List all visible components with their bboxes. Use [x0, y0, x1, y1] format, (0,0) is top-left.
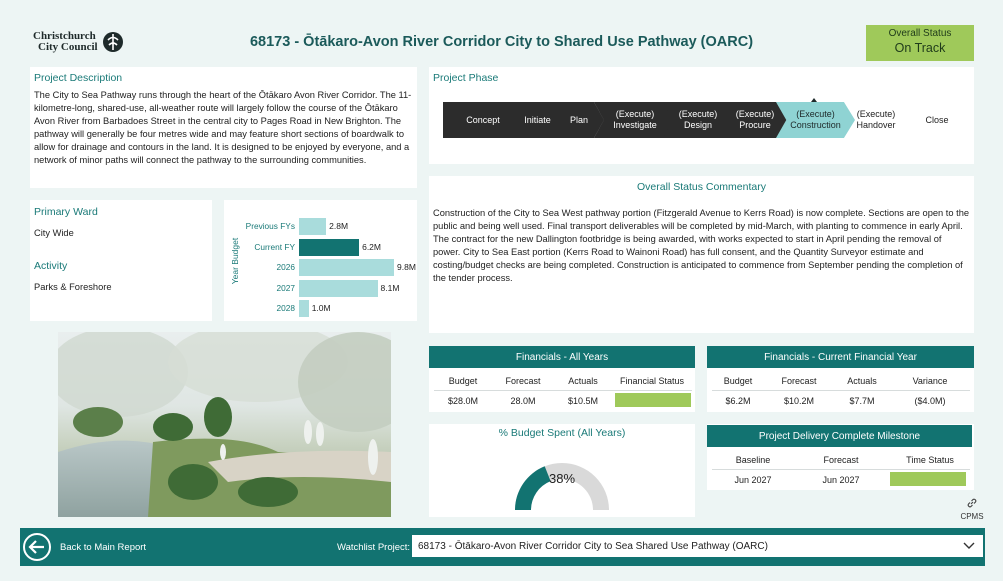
ward-activity-card: Primary Ward City Wide Activity Parks & …	[30, 200, 212, 321]
budget-bar[interactable]	[299, 300, 309, 317]
activity-label: Activity	[34, 260, 68, 272]
phase-step-concept: Concept	[443, 102, 523, 138]
budget-spent-percent: 38%	[548, 471, 576, 486]
milestone-baseline: Jun 2027	[734, 475, 772, 485]
phase-step-label: (Execute) Design	[678, 109, 718, 130]
milestone-title: Project Delivery Complete Milestone	[707, 425, 972, 447]
year-budget-chart-card: Year Budget Previous FYs 2.8M Current FY 6.…	[224, 200, 417, 321]
bar-value-label: 6.2M	[362, 241, 381, 252]
status-commentary-card: Overall Status Commentary Construction o…	[429, 176, 974, 333]
year-budget-bars: Previous FYs 2.8M Current FY 6.2M 2026 9.8M 20…	[224, 200, 417, 321]
financials-current-year-title: Financials - Current Financial Year	[707, 346, 974, 368]
milestone-header-time-status: Time Status	[906, 455, 954, 465]
milestone-time-status-indicator	[890, 472, 966, 486]
back-to-main-label: Back to Main Report	[60, 541, 147, 553]
fin-cur-header-forecast: Forecast	[781, 376, 817, 386]
project-description-text: The City to Sea Pathway runs through the…	[34, 90, 412, 165]
phase-step-construction: (Execute) Construction	[776, 102, 855, 138]
current-phase-marker-icon	[811, 98, 817, 102]
fin-all-actuals: $10.5M	[567, 396, 599, 406]
fin-all-status-indicator	[615, 393, 691, 407]
phase-step-label: Close	[925, 114, 949, 125]
primary-ward-value: City Wide	[34, 228, 74, 238]
fin-all-header-actuals: Actuals	[568, 376, 598, 386]
fin-cur-forecast: $10.2M	[783, 396, 815, 406]
back-to-main-button[interactable]: Back to Main Report	[22, 531, 146, 563]
budget-bar[interactable]	[299, 238, 360, 256]
fin-all-forecast: 28.0M	[510, 396, 536, 406]
phase-step-label: (Execute) Handover	[856, 109, 896, 130]
cpms-link[interactable]: CPMS	[957, 497, 987, 525]
divider	[434, 390, 692, 391]
fin-cur-header-variance: Variance	[912, 376, 948, 386]
bar-category-label: 2026	[276, 262, 295, 272]
overall-status-value: On Track	[894, 41, 946, 55]
divider	[712, 469, 970, 470]
fin-cur-actuals: $7.7M	[849, 396, 875, 406]
overall-status-badge: Overall Status On Track	[866, 25, 974, 61]
phase-step-label: (Execute) Investigate	[613, 109, 657, 130]
fin-all-budget: $28.0M	[447, 396, 479, 406]
project-description-title: Project Description	[34, 72, 123, 84]
budget-spent-card: % Budget Spent (All Years) 38%	[429, 424, 695, 517]
budget-spent-title: % Budget Spent (All Years)	[498, 427, 626, 439]
fin-all-header-status: Financial Status	[619, 376, 685, 386]
financials-all-years-title: Financials - All Years	[429, 346, 695, 368]
bar-value-label: 9.8M	[397, 262, 416, 272]
milestone-header-baseline: Baseline	[735, 455, 771, 465]
bar-value-label: 1.0M	[311, 303, 331, 313]
chevron-down-icon	[963, 542, 975, 549]
phase-step-label: Concept	[466, 114, 500, 125]
bar-category-label: 2028	[276, 303, 295, 313]
overall-status-label: Overall Status	[888, 28, 952, 39]
bar-category-label: Previous FYs	[245, 221, 295, 231]
page-title: 68173 - Ōtākaro-Avon River Corridor City…	[249, 34, 754, 50]
phase-step-handover: (Execute) Handover	[848, 102, 904, 138]
watchlist-label: Watchlist Project:	[337, 542, 411, 553]
phase-step-design: (Execute) Design	[663, 102, 733, 138]
back-arrow-icon	[23, 533, 51, 561]
project-description-card: Project Description The City to Sea Path…	[30, 67, 417, 188]
budget-bar[interactable]	[299, 218, 327, 235]
link-icon	[967, 498, 977, 508]
bar-value-label: 8.1M	[380, 282, 400, 293]
phase-step-label: Plan	[569, 114, 588, 125]
project-phase-title: Project Phase	[433, 72, 499, 84]
milestone-forecast: Jun 2027	[822, 475, 860, 485]
budget-bar[interactable]	[299, 259, 394, 276]
milestone-header-forecast: Forecast	[823, 455, 859, 465]
budget-bar[interactable]	[299, 279, 378, 297]
fin-cur-header-actuals: Actuals	[847, 376, 877, 386]
bar-category-label: Current FY	[254, 241, 295, 252]
cpms-label: CPMS	[960, 512, 984, 521]
status-commentary-title: Overall Status Commentary	[637, 181, 766, 193]
pathway-render-image	[58, 332, 391, 517]
phase-step-label: (Execute) Procure	[735, 109, 775, 130]
activity-value: Parks & Foreshore	[34, 282, 112, 292]
fin-cur-header-budget: Budget	[723, 376, 753, 386]
fin-all-header-budget: Budget	[448, 376, 478, 386]
watchlist-project-select[interactable]: 68173 - Ōtākaro-Avon River Corridor City…	[412, 535, 983, 557]
fin-cur-budget: $6.2M	[725, 396, 751, 406]
phase-step-label: Initiate	[524, 114, 551, 125]
bar-category-label: 2027	[276, 282, 295, 293]
watchlist-selected-value: 68173 - Ōtākaro-Avon River Corridor City…	[418, 540, 768, 552]
status-commentary-text: Construction of the City to Sea West pat…	[433, 208, 970, 283]
divider	[712, 390, 970, 391]
bar-value-label: 2.8M	[329, 221, 349, 231]
phase-step-close: Close	[909, 102, 965, 138]
fin-all-header-forecast: Forecast	[505, 376, 541, 386]
fin-cur-variance: ($4.0M)	[914, 396, 946, 406]
phase-step-procure: (Execute) Procure	[721, 102, 789, 138]
primary-ward-label: Primary Ward	[34, 206, 98, 218]
phase-step-investigate: (Execute) Investigate	[594, 102, 676, 138]
phase-step-label: (Execute) Construction	[790, 109, 841, 130]
